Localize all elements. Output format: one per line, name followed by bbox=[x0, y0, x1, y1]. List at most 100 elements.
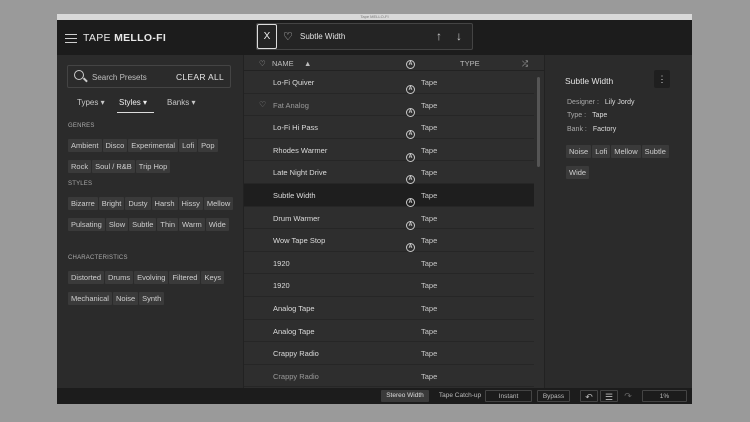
tab-types[interactable]: Types ▾ bbox=[77, 98, 105, 107]
preset-name: 1920 bbox=[273, 258, 290, 268]
tag-chip[interactable]: Lofi bbox=[179, 139, 198, 152]
active-tab-indicator bbox=[117, 112, 154, 113]
tag-chip[interactable]: Slow bbox=[105, 218, 129, 231]
tab-styles[interactable]: Styles ▾ bbox=[119, 98, 147, 107]
tag-chip[interactable]: Synth bbox=[139, 292, 165, 305]
preset-name: Analog Tape bbox=[273, 303, 315, 313]
table-row[interactable]: Late Night Drive A Tape bbox=[244, 161, 534, 185]
search-icon bbox=[74, 70, 84, 80]
more-options-icon[interactable]: ⋮ bbox=[654, 70, 670, 88]
column-type[interactable]: TYPE bbox=[460, 59, 480, 68]
preset-type: Tape bbox=[421, 100, 438, 110]
tag-chip[interactable]: Lofi bbox=[592, 145, 611, 158]
tag-chip[interactable]: Trip Hop bbox=[135, 160, 171, 173]
redo-icon[interactable]: ↷ bbox=[620, 390, 636, 402]
tag-chip[interactable]: Keys bbox=[201, 271, 225, 284]
tag-chip[interactable]: Pop bbox=[198, 139, 218, 152]
tag-chip[interactable]: Noise bbox=[566, 145, 592, 158]
arturia-icon: A bbox=[406, 167, 415, 185]
tag-chip[interactable]: Noise bbox=[112, 292, 139, 305]
tag-chip[interactable]: Wide bbox=[205, 218, 229, 231]
table-row[interactable]: Crappy Radio Tape bbox=[244, 365, 534, 388]
tag-chip[interactable]: Disco bbox=[102, 139, 128, 152]
table-row[interactable]: Subtle Width A Tape bbox=[244, 183, 534, 208]
genre-chips: Ambient Disco Experimental Lofi Pop Rock Soul … bbox=[68, 135, 238, 177]
preset-selector[interactable]: X ♡ Subtle Width ↑ ↓ bbox=[256, 23, 473, 50]
tag-chip[interactable]: Rock bbox=[68, 160, 92, 173]
table-row[interactable]: 1920 Tape bbox=[244, 274, 534, 297]
tag-chip[interactable]: Filtered bbox=[169, 271, 201, 284]
tag-chip[interactable]: Warm bbox=[179, 218, 205, 231]
table-row[interactable]: Crappy Radio Tape bbox=[244, 342, 534, 365]
tag-chip[interactable]: Ambient bbox=[68, 139, 102, 152]
history-icon[interactable]: ☰ bbox=[600, 390, 618, 402]
arturia-icon: A bbox=[406, 235, 415, 253]
current-preset-name[interactable]: Subtle Width bbox=[300, 32, 345, 41]
tag-chip[interactable]: Hissy bbox=[178, 197, 203, 210]
bypass-button[interactable]: Bypass bbox=[537, 390, 570, 402]
tag-chip[interactable]: Harsh bbox=[151, 197, 178, 210]
characteristic-chips: Distorted Drums Evolving Filtered Keys Mechan… bbox=[68, 267, 238, 309]
tag-chip[interactable]: Subtle bbox=[129, 218, 157, 231]
preset-type: Tape bbox=[421, 303, 438, 313]
tag-chip[interactable]: Mechanical bbox=[68, 292, 112, 305]
search-field[interactable]: Search Presets CLEAR ALL bbox=[67, 65, 231, 88]
arturia-icon: A bbox=[406, 77, 415, 95]
search-input[interactable]: Search Presets bbox=[92, 73, 147, 82]
tag-chip[interactable]: Bizarre bbox=[68, 197, 98, 210]
arrow-up-icon[interactable]: ↑ bbox=[436, 29, 442, 43]
list-scrollbar[interactable] bbox=[537, 77, 540, 167]
table-row[interactable]: Rhodes Warmer A Tape bbox=[244, 139, 534, 162]
arturia-icon: A bbox=[406, 145, 415, 163]
table-row[interactable]: Drum Warmer A Tape bbox=[244, 207, 534, 230]
tag-chip[interactable]: Mellow bbox=[203, 197, 234, 210]
param-name: Tape Catch-up bbox=[438, 392, 482, 399]
top-bar: TAPE MELLO-FI X ♡ Subtle Width ↑ ↓ bbox=[57, 20, 692, 55]
sort-up-icon[interactable]: ▲ bbox=[304, 59, 311, 68]
preset-type: Tape bbox=[421, 123, 438, 133]
tag-chip[interactable]: Drums bbox=[105, 271, 134, 284]
preset-name: 1920 bbox=[273, 281, 290, 291]
mode-button[interactable]: Instant bbox=[485, 390, 532, 402]
tag-chip[interactable]: Bright bbox=[98, 197, 125, 210]
close-icon[interactable]: X bbox=[257, 24, 277, 49]
tag-chip[interactable]: Wide bbox=[566, 166, 590, 179]
tag-chip[interactable]: Thin bbox=[157, 218, 178, 231]
shuffle-icon[interactable]: ⤮ bbox=[522, 59, 528, 69]
arturia-icon: A bbox=[406, 190, 415, 208]
heart-icon[interactable]: ♡ bbox=[283, 30, 293, 43]
preset-type: Tape bbox=[421, 281, 438, 291]
clear-all-button[interactable]: CLEAR ALL bbox=[176, 72, 224, 82]
genres-heading: GENRES bbox=[68, 123, 95, 129]
preset-type: Tape bbox=[421, 236, 438, 246]
preset-name: Wow Tape Stop bbox=[273, 236, 326, 246]
plugin-window: Tape MELLO-FI TAPE MELLO-FI X ♡ Subtle W… bbox=[57, 14, 692, 404]
tag-chip[interactable]: Soul / R&B bbox=[92, 160, 135, 173]
heart-icon[interactable]: ♡ bbox=[259, 100, 266, 109]
arturia-filter-icon[interactable]: A bbox=[406, 58, 415, 69]
column-name[interactable]: NAME bbox=[272, 59, 294, 68]
tag-chip[interactable]: Distorted bbox=[68, 271, 105, 284]
table-row[interactable]: 1920 Tape bbox=[244, 252, 534, 275]
tag-chip[interactable]: Mellow bbox=[611, 145, 641, 158]
tag-chip[interactable]: Evolving bbox=[134, 271, 169, 284]
tab-banks[interactable]: Banks ▾ bbox=[167, 98, 195, 107]
table-row[interactable]: Analog Tape Tape bbox=[244, 297, 534, 320]
arturia-icon: A bbox=[406, 100, 415, 118]
arrow-down-icon[interactable]: ↓ bbox=[456, 29, 462, 43]
preset-name: Analog Tape bbox=[273, 326, 315, 336]
table-row[interactable]: ♡ Fat Analog A Tape bbox=[244, 94, 534, 117]
tag-chip[interactable]: Pulsating bbox=[68, 218, 105, 231]
undo-icon[interactable]: ↶ bbox=[580, 390, 598, 402]
tag-chip[interactable]: Experimental bbox=[128, 139, 179, 152]
table-row[interactable]: Lo-Fi Quiver A Tape bbox=[244, 71, 534, 94]
table-row[interactable]: Lo-Fi Hi Pass A Tape bbox=[244, 116, 534, 140]
preset-type: Tape bbox=[421, 326, 438, 336]
heart-icon[interactable]: ♡ bbox=[259, 59, 266, 68]
table-row[interactable]: Analog Tape Tape bbox=[244, 320, 534, 343]
menu-icon[interactable] bbox=[65, 34, 77, 44]
table-row[interactable]: Wow Tape Stop A Tape bbox=[244, 229, 534, 253]
list-header: ♡ NAME ▲ A TYPE ⤮ bbox=[244, 55, 544, 71]
tag-chip[interactable]: Dusty bbox=[125, 197, 151, 210]
tag-chip[interactable]: Subtle bbox=[641, 145, 669, 158]
